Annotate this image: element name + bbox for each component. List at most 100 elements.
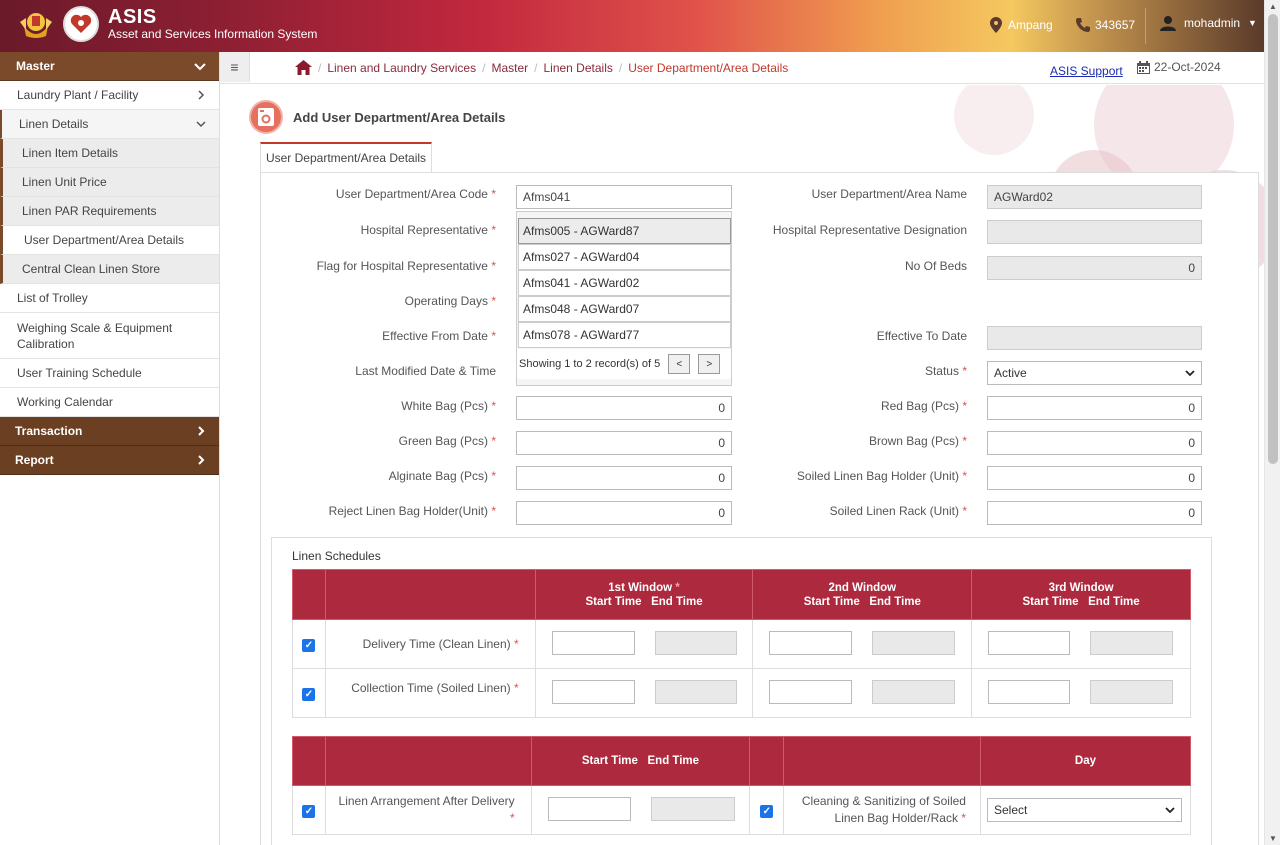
delivery-w2-start-input[interactable] xyxy=(769,630,853,655)
collection-w1-start-input[interactable] xyxy=(551,679,635,704)
header-divider xyxy=(1145,8,1146,44)
sidebar-item-label: Linen PAR Requirements xyxy=(22,204,157,218)
sidebar-item-list-of-trolley[interactable]: List of Trolley xyxy=(0,284,219,313)
page-header: Add User Department/Area Details xyxy=(249,100,505,134)
scroll-thumb[interactable] xyxy=(1268,14,1278,464)
user-menu[interactable]: mohadmin ▼ xyxy=(1160,15,1257,31)
sidebar-master[interactable]: Master xyxy=(0,52,219,81)
soiled-rack-input[interactable]: 0 xyxy=(987,501,1202,525)
day-select[interactable]: Select xyxy=(986,798,1182,822)
sidebar-item-laundry-plant[interactable]: Laundry Plant / Facility xyxy=(0,81,219,110)
sidebar-item-label: Linen Details xyxy=(19,117,89,131)
sidebar-transaction[interactable]: Transaction xyxy=(0,417,219,446)
collection-label: Collection Time (Soiled Linen) xyxy=(351,681,511,695)
linen-schedules-title: Linen Schedules xyxy=(292,549,381,563)
sidebar-item-linen-details[interactable]: Linen Details xyxy=(0,110,219,139)
delivery-w3-start-input[interactable] xyxy=(988,630,1071,655)
checkbox-header xyxy=(749,736,785,786)
alginate-input[interactable]: 0 xyxy=(516,466,732,490)
eff-from-label: Effective From Date * xyxy=(382,329,496,343)
name-label: User Department/Area Name xyxy=(811,187,967,201)
chevron-right-icon xyxy=(198,455,205,465)
day-header: Day xyxy=(979,736,1192,786)
sidebar-item-label: User Department/Area Details xyxy=(24,233,185,247)
prev-page-button[interactable]: < xyxy=(668,354,691,374)
sidebar-item-central-clean-linen[interactable]: Central Clean Linen Store xyxy=(0,255,219,284)
name-input: AGWard02 xyxy=(987,185,1202,209)
location-label: Ampang xyxy=(1008,18,1053,32)
alginate-label: Alginate Bag (Pcs) * xyxy=(388,469,496,483)
breadcrumb-link[interactable]: Linen Details xyxy=(543,61,612,75)
collection-w2-end-input xyxy=(872,679,956,704)
status-value: Active xyxy=(994,366,1027,380)
sidebar-item-linen-item-details[interactable]: Linen Item Details xyxy=(0,139,219,168)
table-row: ✓ Delivery Time (Clean Linen) * xyxy=(292,619,1191,669)
window1-header: 1st Window * Start Time End Time xyxy=(534,569,754,620)
username: mohadmin xyxy=(1184,16,1241,30)
page-title: Add User Department/Area Details xyxy=(293,109,506,125)
calendar-icon xyxy=(1137,60,1150,74)
asis-support-link[interactable]: ASIS Support xyxy=(1050,64,1123,78)
sidebar-item-linen-unit-price[interactable]: Linen Unit Price xyxy=(0,168,219,197)
phone-extension: 343657 xyxy=(1075,17,1135,33)
reject-holder-input[interactable]: 0 xyxy=(516,501,732,525)
next-page-button[interactable]: > xyxy=(698,354,721,374)
brown-bag-label: Brown Bag (Pcs) * xyxy=(868,434,967,448)
window-schedule-table: 1st Window * Start Time End Time 2nd Win… xyxy=(292,569,1191,718)
tab-user-department-details[interactable]: User Department/Area Details xyxy=(260,142,432,172)
collection-w1-end-input xyxy=(654,679,737,704)
collection-w2-start-input[interactable] xyxy=(769,679,853,704)
dropdown-option[interactable]: Afms078 - AGWard77 xyxy=(518,322,731,348)
arrangement-checkbox[interactable]: ✓ xyxy=(302,804,316,818)
green-bag-input[interactable]: 0 xyxy=(516,431,732,455)
scroll-up-icon[interactable]: ▲ xyxy=(1269,2,1277,11)
delivery-w1-start-input[interactable] xyxy=(551,630,635,655)
sidebar-item-label: Linen Unit Price xyxy=(22,175,107,189)
sidebar-item-label: Weighing Scale & Equipment Calibration xyxy=(17,320,173,351)
sidebar-item-linen-par[interactable]: Linen PAR Requirements xyxy=(0,197,219,226)
sidebar-item-label: Central Clean Linen Store xyxy=(22,262,161,276)
breadcrumb-link[interactable]: Master xyxy=(491,61,528,75)
dropdown-record-count: Showing 1 to 2 record(s) of 5 xyxy=(519,358,661,370)
sidebar-item-weighing-scale[interactable]: Weighing Scale & Equipment Calibration xyxy=(0,313,219,359)
home-icon[interactable] xyxy=(295,60,312,75)
cleaning-label: Cleaning & Sanitizing of Soiled Linen Ba… xyxy=(801,794,966,825)
dropdown-option[interactable]: Afms005 - AGWard87 xyxy=(518,218,731,244)
sidebar-item-working-calendar[interactable]: Working Calendar xyxy=(0,388,219,417)
arrangement-start-input[interactable] xyxy=(547,796,631,821)
hosp-rep-label: Hospital Representative * xyxy=(360,223,496,237)
status-label: Status * xyxy=(924,364,967,378)
dropdown-option[interactable]: Afms041 - AGWard02 xyxy=(518,270,731,296)
white-bag-input[interactable]: 0 xyxy=(516,396,732,420)
status-select[interactable]: Active xyxy=(987,361,1202,385)
breadcrumb-link[interactable]: Linen and Laundry Services xyxy=(327,61,476,75)
sidebar-item-label: List of Trolley xyxy=(17,291,88,305)
delivery-w1-end-input xyxy=(654,630,737,655)
sidebar-report[interactable]: Report xyxy=(0,446,219,475)
brown-bag-input[interactable]: 0 xyxy=(987,431,1202,455)
sidebar-item-label: Working Calendar xyxy=(17,395,113,409)
menu-toggle-icon[interactable]: ≡ xyxy=(220,52,250,82)
dropdown-option[interactable]: Afms048 - AGWard07 xyxy=(518,296,731,322)
sidebar-item-user-department[interactable]: User Department/Area Details xyxy=(0,226,219,255)
cleaning-checkbox[interactable]: ✓ xyxy=(760,804,774,818)
red-bag-input[interactable]: 0 xyxy=(987,396,1202,420)
location-selector[interactable]: Ampang xyxy=(990,17,1053,33)
scroll-down-icon[interactable]: ▼ xyxy=(1269,834,1277,843)
collection-w3-start-input[interactable] xyxy=(988,679,1071,704)
main-content: Add User Department/Area Details User De… xyxy=(220,85,1264,845)
code-input[interactable]: Afms041 xyxy=(516,185,732,209)
collection-checkbox[interactable]: ✓ xyxy=(302,687,316,701)
sidebar-master-label: Master xyxy=(16,59,55,73)
label-header xyxy=(324,736,532,786)
current-date: 22-Oct-2024 xyxy=(1137,60,1221,74)
chevron-right-icon xyxy=(198,90,205,100)
dropdown-option[interactable]: Afms027 - AGWard04 xyxy=(518,244,731,270)
hosp-rep-desig-input xyxy=(987,220,1202,244)
app-header: ASIS Asset and Services Information Syst… xyxy=(0,0,1264,52)
delivery-checkbox[interactable]: ✓ xyxy=(302,638,316,652)
sidebar-item-user-training[interactable]: User Training Schedule xyxy=(0,359,219,388)
soiled-holder-input[interactable]: 0 xyxy=(987,466,1202,490)
crest-logo-icon xyxy=(18,8,54,42)
page-scrollbar[interactable]: ▲ ▼ xyxy=(1264,0,1280,845)
